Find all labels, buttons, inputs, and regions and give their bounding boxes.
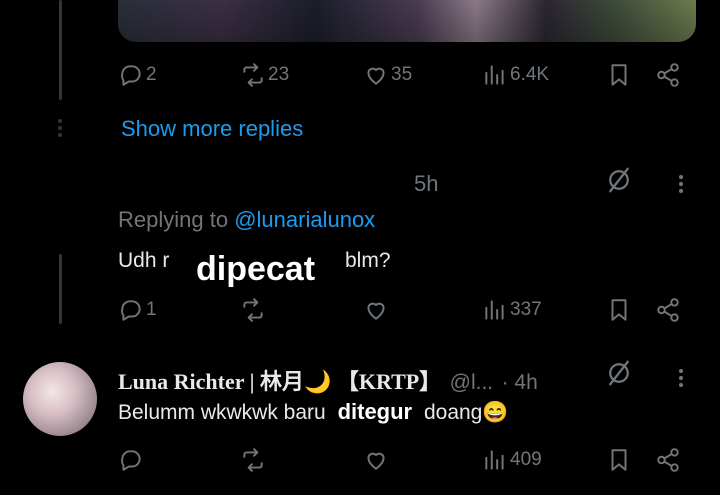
reply-2-overlay-sticker: ditegur [331,399,419,424]
like-count: 35 [391,64,413,85]
views-count: 6.4K [510,64,550,85]
reply-icon [121,65,141,86]
reply-2-views-button[interactable]: 409 [482,447,542,473]
reply-1-grok-button[interactable] [604,165,634,195]
reply-1-reply-button[interactable]: 1 [118,297,157,323]
repost-count: 23 [268,64,290,85]
reply-2-header: Luna Richter | 林月🌙 【KRTP】 @l... · 4h [118,364,538,396]
share-icon [657,298,679,322]
reply-2-more-icon[interactable] [679,366,683,390]
bookmark-icon [611,449,627,471]
reply-1-repost-button[interactable] [240,297,266,323]
tweet-media-image[interactable] [118,0,696,42]
reply-2-grok-button[interactable] [604,358,634,388]
bookmark-icon [611,64,627,86]
reply-1-bookmark-button[interactable] [606,297,632,323]
reply-2-text-before: Belumm wkwkwk baru [118,401,326,424]
reply-1-views-count: 337 [510,299,542,320]
reply-1-like-button[interactable] [363,297,389,323]
reply-2-share-button[interactable] [655,447,681,473]
repost-icon [243,298,263,322]
reply-button[interactable]: 2 [118,62,157,88]
share-button[interactable] [655,62,681,88]
grok-icon [609,167,629,193]
thread-dots [58,116,62,140]
thread-line-2 [59,254,62,324]
bookmark-button[interactable] [606,62,632,88]
reply-1-replying-to: Replying to @lunarialunox [118,207,375,233]
views-icon [485,450,504,470]
thread-line [59,0,62,100]
like-button[interactable]: 35 [363,62,412,88]
reply-1-text-left: Udh r [118,249,170,272]
reply-1-text-right: blm? [345,249,391,272]
reply-2-bookmark-button[interactable] [606,447,632,473]
reply-icon [121,450,141,471]
repost-icon [243,448,263,472]
share-icon [657,448,679,472]
reply-count: 2 [146,64,157,85]
heart-icon [367,452,385,470]
heart-icon [367,67,385,85]
reply-2-display-name[interactable]: Luna Richter | 林月🌙 【KRTP】 [118,369,441,394]
repost-icon [243,63,263,87]
reply-2-reply-button[interactable] [118,447,144,473]
reply-1-timestamp: 5h [414,171,439,196]
replying-prefix: Replying to [118,207,229,232]
share-icon [657,63,679,87]
reply-2-repost-button[interactable] [240,447,266,473]
reply-2-like-button[interactable] [363,447,389,473]
avatar[interactable] [23,362,97,436]
reply-2-text-after: doang😄 [423,401,509,424]
reply-2-text: Belumm wkwkwk baru ditegur doang😄 [118,399,509,425]
reply-1-reply-count: 1 [146,299,157,320]
reply-1-more-icon[interactable] [679,172,683,196]
show-more-replies-link[interactable]: Show more replies [121,116,303,142]
reply-1-views-button[interactable]: 337 [482,297,542,323]
reply-icon [121,300,141,321]
views-icon [485,65,504,85]
bookmark-icon [611,299,627,321]
reply-2-timestamp: · 4h [501,371,538,394]
replying-handle-link[interactable]: @lunarialunox [234,207,375,232]
reply-1-overlay-sticker: dipecat [186,246,326,292]
reply-1-share-button[interactable] [655,297,681,323]
views-icon [485,300,504,320]
repost-button[interactable]: 23 [240,62,289,88]
heart-icon [367,302,385,320]
views-button[interactable]: 6.4K [482,62,549,88]
reply-2-views-count: 409 [510,449,542,470]
reply-2-handle[interactable]: @l... [450,371,494,394]
grok-icon [609,360,629,386]
